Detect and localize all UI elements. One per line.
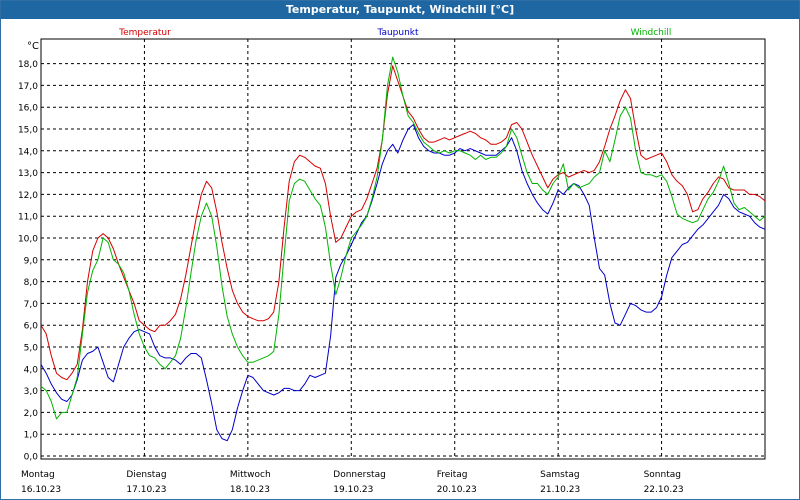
legend-entry-taupunkt: Taupunkt	[376, 28, 419, 38]
y-tick-label: 11,0	[18, 213, 38, 223]
y-tick-label: 3,0	[24, 387, 39, 397]
chart-window: Temperatur, Taupunkt, Windchill [°C] °C …	[0, 0, 800, 500]
x-tick-day-label: Samstag	[540, 470, 579, 480]
x-tick-date-label: 19.10.23	[333, 485, 373, 495]
x-tick-day-label: Donnerstag	[333, 470, 386, 480]
y-axis: 0,0 1,0 2,0 3,0 4,0 5,0 6,0 7,0 8,0 9,0 10,0 11,0 12…	[18, 60, 38, 462]
y-tick-label: 1,0	[24, 431, 39, 441]
unit-label: °C	[27, 41, 39, 52]
legend-entry-windchill: Windchill	[631, 28, 672, 38]
x-tick-date-label: 20.10.23	[437, 485, 477, 495]
y-tick-label: 14,0	[18, 147, 38, 157]
x-tick-date-label: 18.10.23	[230, 485, 270, 495]
series-line-temperatur	[40, 65, 766, 381]
legend: Temperatur Taupunkt Windchill	[118, 28, 671, 38]
y-tick-label: 2,0	[24, 409, 39, 419]
x-tick-day-label: Montag	[21, 470, 55, 480]
y-tick-label: 13,0	[18, 169, 38, 179]
x-tick-date-label: 22.10.23	[644, 485, 684, 495]
x-axis: Montag 16.10.23 Dienstag 17.10.23 Mittwoch 18…	[21, 470, 684, 495]
y-tick-label: 0,0	[24, 453, 39, 463]
y-tick-label: 8,0	[24, 278, 39, 288]
y-tick-label: 7,0	[24, 300, 39, 310]
series-group	[40, 56, 766, 442]
y-tick-label: 6,0	[24, 322, 39, 332]
series-line-taupunkt	[40, 124, 766, 442]
temperature-line-chart: °C Temperatur Taupunkt Windchill 0,0 1,0 2,0…	[18, 28, 766, 495]
x-tick-date-label: 21.10.23	[540, 485, 580, 495]
y-tick-label: 4,0	[24, 365, 39, 375]
y-tick-label: 16,0	[18, 104, 38, 114]
legend-entry-temperatur: Temperatur	[118, 28, 171, 38]
x-tick-day-label: Mittwoch	[230, 470, 271, 480]
y-tick-label: 15,0	[18, 126, 38, 136]
y-tick-label: 17,0	[18, 82, 38, 92]
y-tick-label: 12,0	[18, 191, 38, 201]
y-tick-label: 5,0	[24, 344, 39, 354]
x-tick-day-label: Freitag	[437, 470, 468, 480]
x-tick-day-label: Dienstag	[126, 470, 166, 480]
y-tick-label: 9,0	[24, 256, 39, 266]
x-tick-day-label: Sonntag	[644, 470, 681, 480]
y-tick-label: 18,0	[18, 60, 38, 70]
x-tick-date-label: 17.10.23	[126, 485, 166, 495]
plot-area-frame	[40, 38, 766, 460]
y-tick-label: 10,0	[18, 235, 38, 245]
x-tick-date-label: 16.10.23	[21, 485, 61, 495]
grid	[41, 39, 765, 459]
